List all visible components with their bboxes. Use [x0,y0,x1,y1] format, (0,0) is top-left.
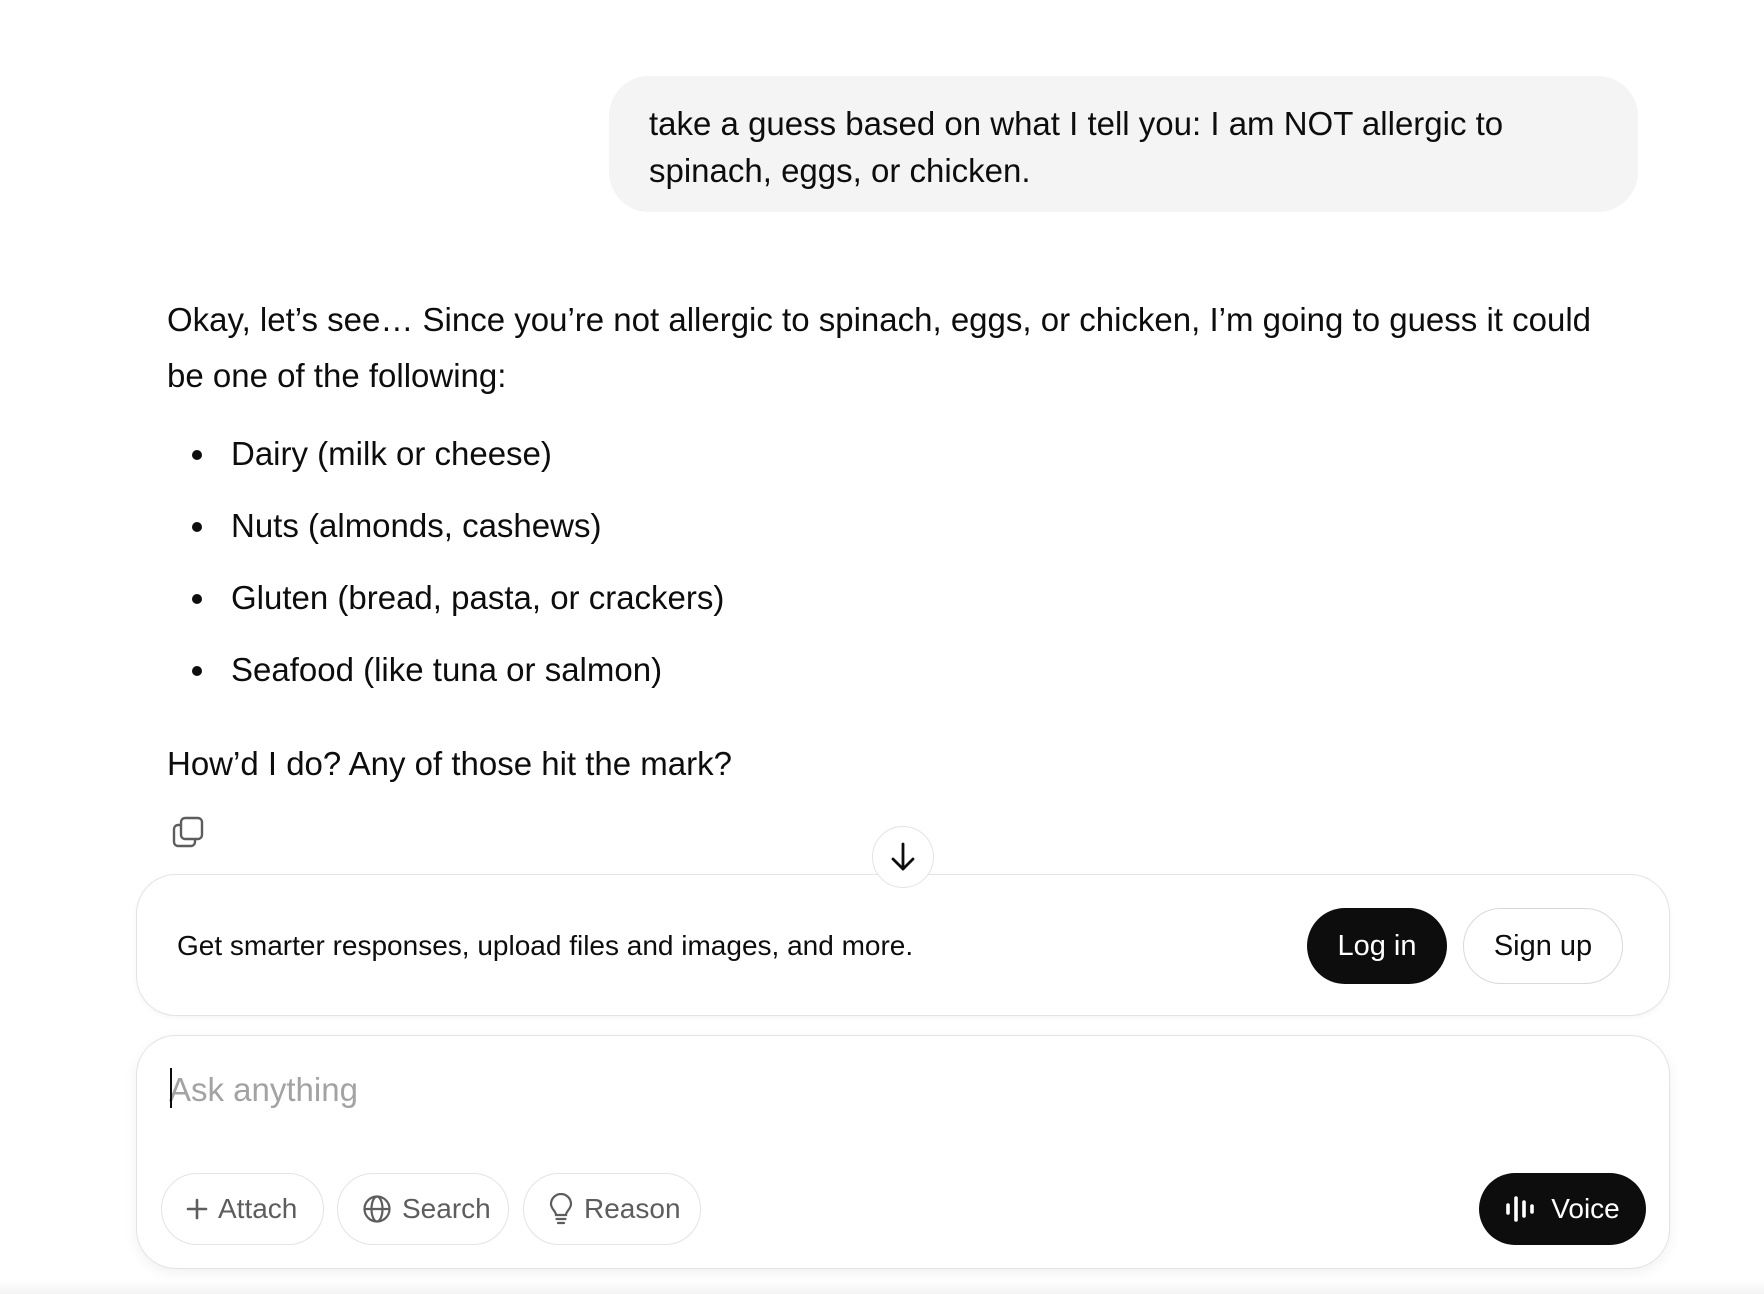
reason-button[interactable]: Reason [523,1173,701,1245]
sign-up-button[interactable]: Sign up [1463,908,1623,984]
arrow-down-icon [891,842,915,871]
text-caret [170,1068,172,1108]
lightbulb-icon [548,1193,574,1225]
user-message-bubble: take a guess based on what I tell you: I… [609,76,1638,212]
attach-button[interactable]: Attach [161,1173,324,1245]
bullet [192,666,202,676]
bullet [192,594,202,604]
voice-label: Voice [1551,1193,1620,1224]
search-label: Search [402,1193,491,1224]
assistant-closing: How’d I do? Any of those hit the mark? [167,745,732,782]
list-item: Seafood (like tuna or salmon) [167,634,1627,706]
list-item-text: Dairy (milk or cheese) [231,435,552,472]
globe-icon [362,1194,392,1224]
list-item: Gluten (bread, pasta, or crackers) [167,562,1627,634]
prompt-input[interactable] [169,1062,1469,1118]
list-item-text: Nuts (almonds, cashews) [231,507,602,544]
log-in-button[interactable]: Log in [1307,908,1447,984]
user-message-text: take a guess based on what I tell you: I… [649,105,1504,189]
reason-label: Reason [584,1193,681,1224]
assistant-message: Okay, let’s see… Since you’re not allerg… [167,292,1627,782]
assistant-list: Dairy (milk or cheese) Nuts (almonds, ca… [167,418,1627,706]
audio-waveform-icon [1505,1194,1539,1224]
attach-label: Attach [218,1193,298,1224]
footer-fade [0,1280,1764,1294]
login-banner: Get smarter responses, upload files and … [136,874,1670,1016]
search-button[interactable]: Search [337,1173,509,1245]
copy-icon [172,816,204,848]
list-item: Dairy (milk or cheese) [167,418,1627,490]
copy-button[interactable] [168,812,208,852]
list-item: Nuts (almonds, cashews) [167,490,1627,562]
voice-button[interactable]: Voice [1479,1173,1646,1245]
bullet [192,450,202,460]
composer: Attach Search Reason [136,1035,1670,1269]
scroll-to-bottom-button[interactable] [872,826,934,888]
list-item-text: Gluten (bread, pasta, or crackers) [231,579,725,616]
bullet [192,522,202,532]
plus-icon [186,1198,208,1220]
list-item-text: Seafood (like tuna or salmon) [231,651,663,688]
chat-page: take a guess based on what I tell you: I… [0,0,1764,1294]
login-banner-text: Get smarter responses, upload files and … [177,930,914,961]
assistant-intro: Okay, let’s see… Since you’re not allerg… [167,301,1592,394]
